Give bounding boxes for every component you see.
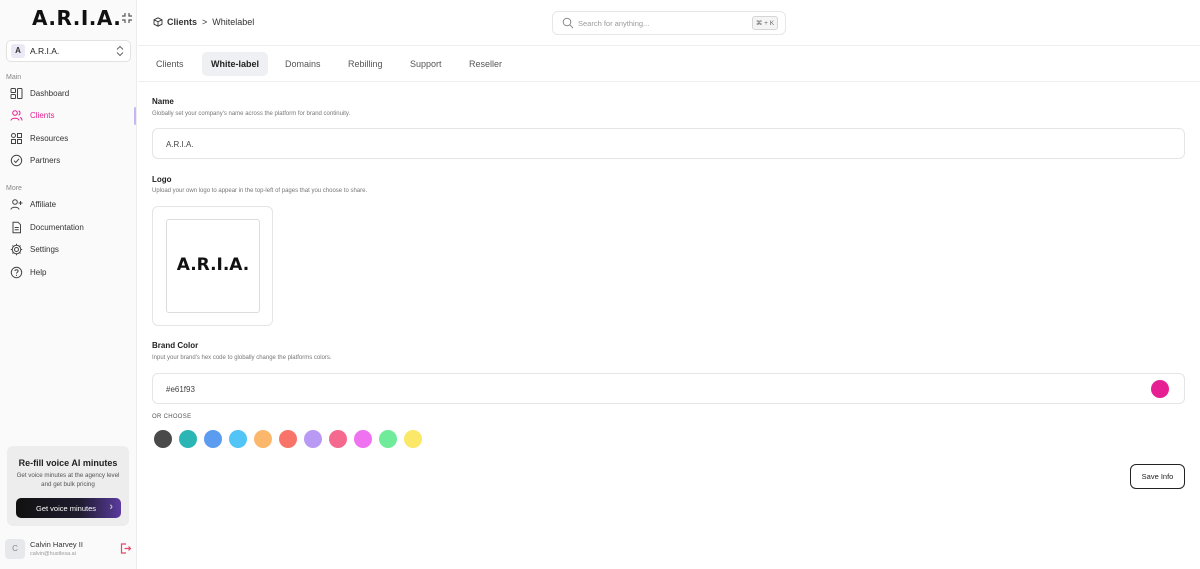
chevron-up-down-icon	[116, 45, 124, 57]
user-name: Calvin Harvey II	[30, 540, 83, 549]
help-icon	[10, 266, 23, 279]
app-logo[interactable]: A.R.I.A.	[32, 6, 121, 30]
users-icon	[10, 110, 23, 121]
user-avatar[interactable]: C	[5, 539, 25, 559]
tab-reseller[interactable]: Reseller	[460, 52, 511, 76]
tab-support[interactable]: Support	[401, 52, 451, 76]
section-label-more: More	[6, 185, 22, 192]
brand-color-label: Brand Color	[152, 341, 199, 350]
breadcrumb: Clients > Whitelabel	[153, 17, 254, 27]
breadcrumb-current: Whitelabel	[212, 17, 255, 27]
breadcrumb-parent[interactable]: Clients	[167, 17, 197, 27]
brand-color-hint: Input your brand's hex code to globally …	[152, 355, 332, 361]
collapse-sidebar-icon[interactable]	[120, 11, 134, 25]
chevron-right-icon: ›	[109, 501, 113, 513]
search-icon	[562, 17, 574, 29]
workspace-name: A.R.I.A.	[30, 46, 60, 56]
name-hint: Globally set your company's name across …	[152, 111, 351, 117]
check-circle-icon	[10, 154, 23, 167]
logo-label: Logo	[152, 175, 172, 184]
sidebar-item-label: Partners	[30, 156, 61, 165]
tab-rebilling[interactable]: Rebilling	[339, 52, 392, 76]
gear-icon	[10, 243, 23, 256]
workspace-switcher[interactable]: A A.R.I.A.	[6, 40, 131, 62]
tab-domains[interactable]: Domains	[276, 52, 330, 76]
sidebar-item-label: Affiliate	[30, 200, 57, 209]
sidebar-item-label: Help	[30, 268, 47, 277]
color-swatch[interactable]	[279, 430, 297, 448]
section-label-main: Main	[6, 74, 22, 81]
save-info-button[interactable]: Save Info	[1130, 464, 1185, 489]
tab-bar: Clients White-label Domains Rebilling Su…	[138, 47, 1200, 82]
workspace-avatar: A	[11, 44, 25, 58]
sidebar-item-label: Settings	[30, 245, 59, 254]
logo-hint: Upload your own logo to appear in the to…	[152, 188, 368, 194]
color-swatch[interactable]	[154, 430, 172, 448]
document-icon	[12, 221, 21, 234]
keyboard-shortcut-badge: ⌘ + K	[752, 16, 778, 30]
color-swatch[interactable]	[404, 430, 422, 448]
name-label: Name	[152, 97, 174, 106]
promo-text: Get voice minutes at the agency level an…	[16, 472, 120, 488]
search-placeholder: Search for anything...	[578, 19, 650, 28]
color-swatch[interactable]	[304, 430, 322, 448]
sidebar-item-label: Clients	[30, 111, 55, 120]
tab-clients[interactable]: Clients	[147, 52, 193, 76]
or-choose-label: OR CHOOSE	[152, 414, 192, 420]
promo-button-label: Get voice minutes	[36, 504, 97, 513]
color-swatch[interactable]	[379, 430, 397, 448]
top-bar: Clients > Whitelabel Search for anything…	[138, 0, 1200, 46]
sidebar-item-settings[interactable]: Settings	[6, 241, 131, 259]
color-swatch[interactable]	[329, 430, 347, 448]
sidebar-item-documentation[interactable]: Documentation	[6, 219, 131, 237]
logo-upload[interactable]: A.R.I.A.	[152, 206, 273, 326]
logo-preview-text: A.R.I.A.	[176, 255, 250, 275]
company-name-field[interactable]: A.R.I.A.	[152, 128, 1185, 159]
sidebar-item-label: Resources	[30, 134, 69, 143]
color-swatch[interactable]	[354, 430, 372, 448]
grid-icon	[11, 133, 22, 144]
user-email: calvin@hustlesa.ai	[30, 551, 76, 557]
color-swatch[interactable]	[254, 430, 272, 448]
color-swatch[interactable]	[204, 430, 222, 448]
breadcrumb-separator: >	[202, 17, 208, 27]
sidebar-item-clients[interactable]: Clients	[6, 107, 131, 125]
color-swatch[interactable]	[229, 430, 247, 448]
brand-color-preview[interactable]	[1151, 380, 1169, 398]
sidebar-item-affiliate[interactable]: Affiliate	[6, 196, 131, 214]
active-indicator	[134, 107, 136, 125]
company-name-value: A.R.I.A.	[166, 140, 194, 149]
tab-white-label[interactable]: White-label	[202, 52, 269, 76]
sidebar-item-help[interactable]: Help	[6, 264, 131, 282]
sidebar-item-resources[interactable]: Resources	[6, 130, 131, 148]
promo-title: Re-fill voice AI minutes	[18, 458, 118, 468]
sidebar-item-label: Documentation	[30, 223, 84, 232]
get-voice-minutes-button[interactable]: Get voice minutes ›	[16, 498, 121, 518]
logo-preview: A.R.I.A.	[166, 219, 260, 313]
refill-promo-card: Re-fill voice AI minutes Get voice minut…	[7, 446, 129, 526]
brand-color-field[interactable]: #e61f93	[152, 373, 1185, 404]
logout-icon[interactable]	[119, 542, 132, 555]
dashboard-icon	[10, 88, 23, 99]
search-input[interactable]: Search for anything... ⌘ + K	[552, 11, 786, 35]
sidebar: A.R.I.A. A A.R.I.A. Main Dashboard Clien…	[0, 0, 137, 569]
sidebar-item-dashboard[interactable]: Dashboard	[6, 85, 131, 103]
user-plus-icon	[10, 199, 23, 210]
cube-icon	[153, 17, 163, 27]
sidebar-item-partners[interactable]: Partners	[6, 152, 131, 170]
color-swatch[interactable]	[179, 430, 197, 448]
brand-color-value: #e61f93	[166, 385, 195, 394]
sidebar-item-label: Dashboard	[30, 89, 70, 98]
